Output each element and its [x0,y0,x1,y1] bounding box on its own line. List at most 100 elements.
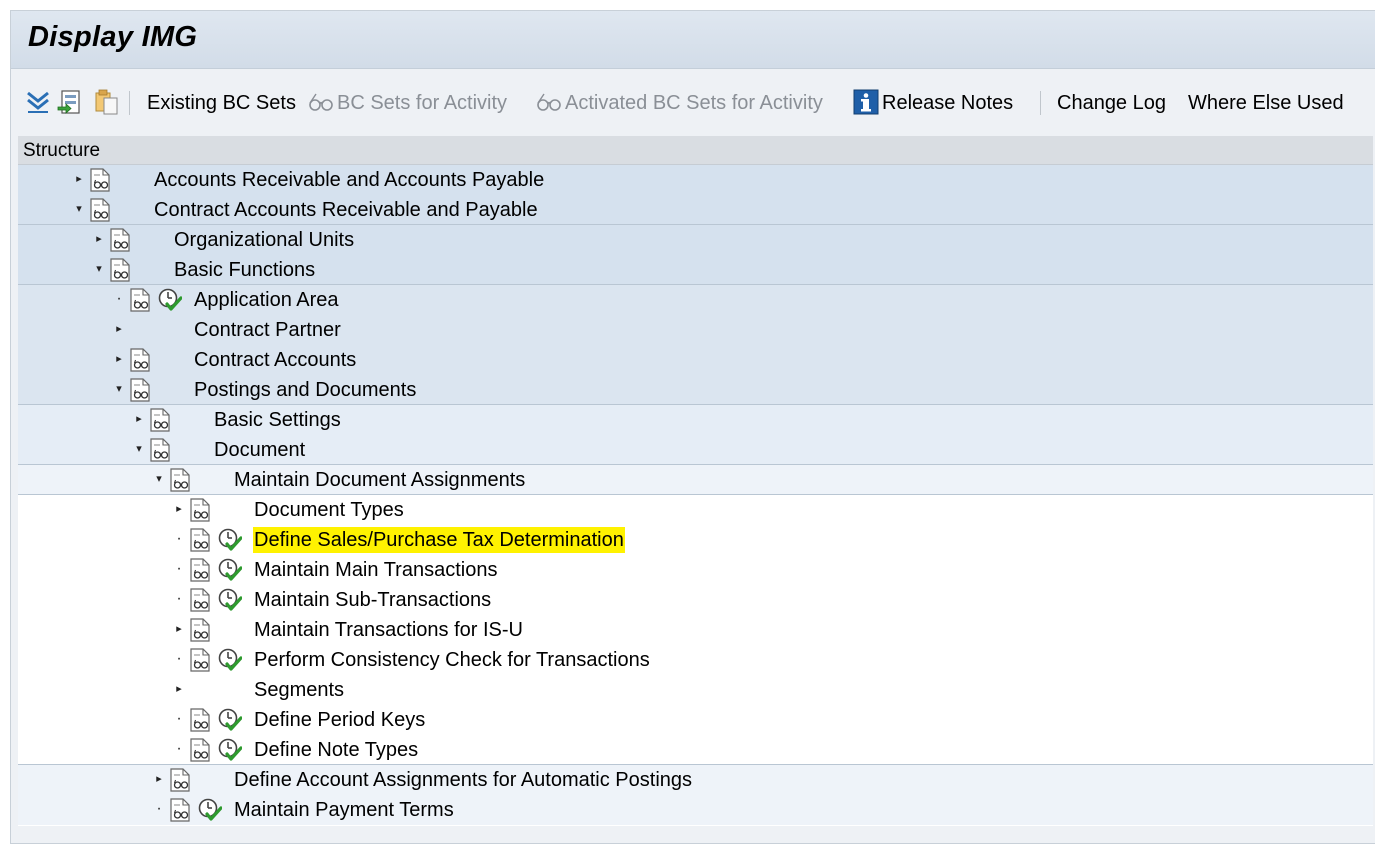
tree-node-row[interactable]: · Maintain Sub-Transactions [18,585,1373,615]
documentation-icon[interactable] [129,378,151,402]
execute-activity-icon[interactable] [218,738,243,762]
tree-node-row[interactable]: · Define Period Keys [18,705,1373,735]
tree-node-label[interactable]: Define Sales/Purchase Tax Determination [253,527,625,553]
execute-activity-icon[interactable] [218,648,243,672]
tree-node-label[interactable]: Contract Accounts [194,347,356,373]
expand-arrow-icon[interactable]: ▸ [74,165,84,195]
documentation-icon[interactable] [129,348,151,372]
leaf-dot-icon: · [176,710,182,727]
tree-node-label[interactable]: Contract Partner [194,317,341,343]
import-document-icon[interactable] [57,89,83,120]
tree-node-row[interactable]: ▸ Organizational Units [18,225,1373,255]
tree-node-row[interactable]: ▾ Maintain Document Assignments [18,465,1373,495]
collapse-arrow-icon[interactable]: ▾ [74,195,84,225]
tree-node-row[interactable]: ▸ Contract Accounts [18,345,1373,375]
expand-arrow-icon[interactable]: ▸ [114,345,124,375]
existing-bc-sets-button[interactable]: Existing BC Sets [147,89,296,117]
tree-node-row[interactable]: ▸ Document Types [18,495,1373,525]
tree-node-label[interactable]: Accounts Receivable and Accounts Payable [154,167,544,193]
structure-column-label: Structure [23,140,101,161]
execute-activity-icon[interactable] [198,798,223,822]
tree-node-row[interactable]: ▸ Basic Settings [18,405,1373,435]
tree-node-row[interactable]: · Perform Consistency Check for Transacti… [18,645,1373,675]
tree-node-label[interactable]: Maintain Sub-Transactions [254,587,491,613]
tree-node-row[interactable]: ▾ Document [18,435,1373,465]
documentation-icon[interactable] [169,468,191,492]
documentation-icon[interactable] [189,558,211,582]
documentation-icon[interactable] [109,258,131,282]
collapse-arrow-icon[interactable]: ▾ [154,465,164,495]
documentation-icon[interactable] [169,768,191,792]
execute-activity-icon[interactable] [218,528,243,552]
leaf-dot-icon: · [176,560,182,577]
change-log-button[interactable]: Change Log [1057,89,1166,117]
documentation-icon[interactable] [189,528,211,552]
collapse-arrow-icon[interactable]: ▾ [94,255,104,285]
tree-node-label[interactable]: Organizational Units [174,227,354,253]
tree-node-label[interactable]: Application Area [194,287,339,313]
tree-node-label[interactable]: Maintain Payment Terms [234,797,454,823]
documentation-icon[interactable] [189,738,211,762]
documentation-icon[interactable] [189,708,211,732]
collapse-arrow-icon[interactable]: ▾ [114,375,124,405]
activated-bc-sets-glasses-icon [535,89,563,120]
documentation-icon[interactable] [189,648,211,672]
tree-node-row[interactable]: ▾ Postings and Documents [18,375,1373,405]
execute-activity-icon[interactable] [218,588,243,612]
leaf-dot-icon: · [116,290,122,307]
documentation-icon[interactable] [109,228,131,252]
expand-arrow-icon[interactable]: ▸ [94,225,104,255]
tree-node-row[interactable]: ▸ Define Account Assignments for Automati… [18,765,1373,795]
release-notes-button[interactable]: Release Notes [882,89,1013,117]
tree-node-label[interactable]: Maintain Document Assignments [234,467,525,493]
tree-node-row[interactable]: ▸ Contract Partner [18,315,1373,345]
tree-node-row[interactable]: · Maintain Payment Terms [18,795,1373,825]
activated-bc-sets-for-activity-button[interactable]: Activated BC Sets for Activity [565,89,823,117]
tree-node-label[interactable]: Document Types [254,497,404,523]
tree-node-label[interactable]: Define Period Keys [254,707,425,733]
copy-clipboard-icon[interactable] [93,89,119,120]
documentation-icon[interactable] [149,408,171,432]
documentation-icon[interactable] [189,618,211,642]
tree-node-label[interactable]: Basic Settings [214,407,341,433]
documentation-icon[interactable] [149,438,171,462]
tree-node-label[interactable]: Define Note Types [254,737,418,763]
tree-node-row[interactable]: ▾ Basic Functions [18,255,1373,285]
documentation-icon[interactable] [89,198,111,222]
tree-node-label[interactable]: Contract Accounts Receivable and Payable [154,197,538,223]
documentation-icon[interactable] [189,588,211,612]
tree-node-row[interactable]: ▸ Accounts Receivable and Accounts Payabl… [18,165,1373,195]
documentation-icon[interactable] [169,798,191,822]
tree-node-label[interactable]: Define Account Assignments for Automatic… [234,767,692,793]
tree-node-label[interactable]: Segments [254,677,344,703]
filter-expand-icon[interactable] [25,89,51,120]
expand-arrow-icon[interactable]: ▸ [174,615,184,645]
bc-sets-for-activity-button[interactable]: BC Sets for Activity [337,89,507,117]
tree-node-row[interactable]: ▸ Segments [18,675,1373,705]
tree-node-row[interactable]: · Maintain Main Transactions [18,555,1373,585]
tree-node-row[interactable]: ▸ Maintain Transactions for IS-U [18,615,1373,645]
documentation-icon[interactable] [129,288,151,312]
tree-node-label[interactable]: Maintain Transactions for IS-U [254,617,523,643]
tree-node-label[interactable]: Document [214,437,305,463]
tree-node-label[interactable]: Postings and Documents [194,377,416,403]
documentation-icon[interactable] [189,498,211,522]
expand-arrow-icon[interactable]: ▸ [114,315,124,345]
execute-activity-icon[interactable] [158,288,183,312]
expand-arrow-icon[interactable]: ▸ [174,675,184,705]
expand-arrow-icon[interactable]: ▸ [134,405,144,435]
where-else-used-button[interactable]: Where Else Used [1188,89,1344,117]
execute-activity-icon[interactable] [218,708,243,732]
tree-node-row[interactable]: · Application Area [18,285,1373,315]
tree-node-label[interactable]: Maintain Main Transactions [254,557,497,583]
tree-node-label[interactable]: Basic Functions [174,257,315,283]
expand-arrow-icon[interactable]: ▸ [174,495,184,525]
tree-node-label[interactable]: Perform Consistency Check for Transactio… [254,647,650,673]
tree-node-row[interactable]: · Define Note Types [18,735,1373,765]
collapse-arrow-icon[interactable]: ▾ [134,435,144,465]
documentation-icon[interactable] [89,168,111,192]
expand-arrow-icon[interactable]: ▸ [154,765,164,795]
tree-node-row[interactable]: ▾ Contract Accounts Receivable and Payabl… [18,195,1373,225]
tree-node-row[interactable]: · Define Sales/Purchase Tax Determination [18,525,1373,555]
execute-activity-icon[interactable] [218,558,243,582]
